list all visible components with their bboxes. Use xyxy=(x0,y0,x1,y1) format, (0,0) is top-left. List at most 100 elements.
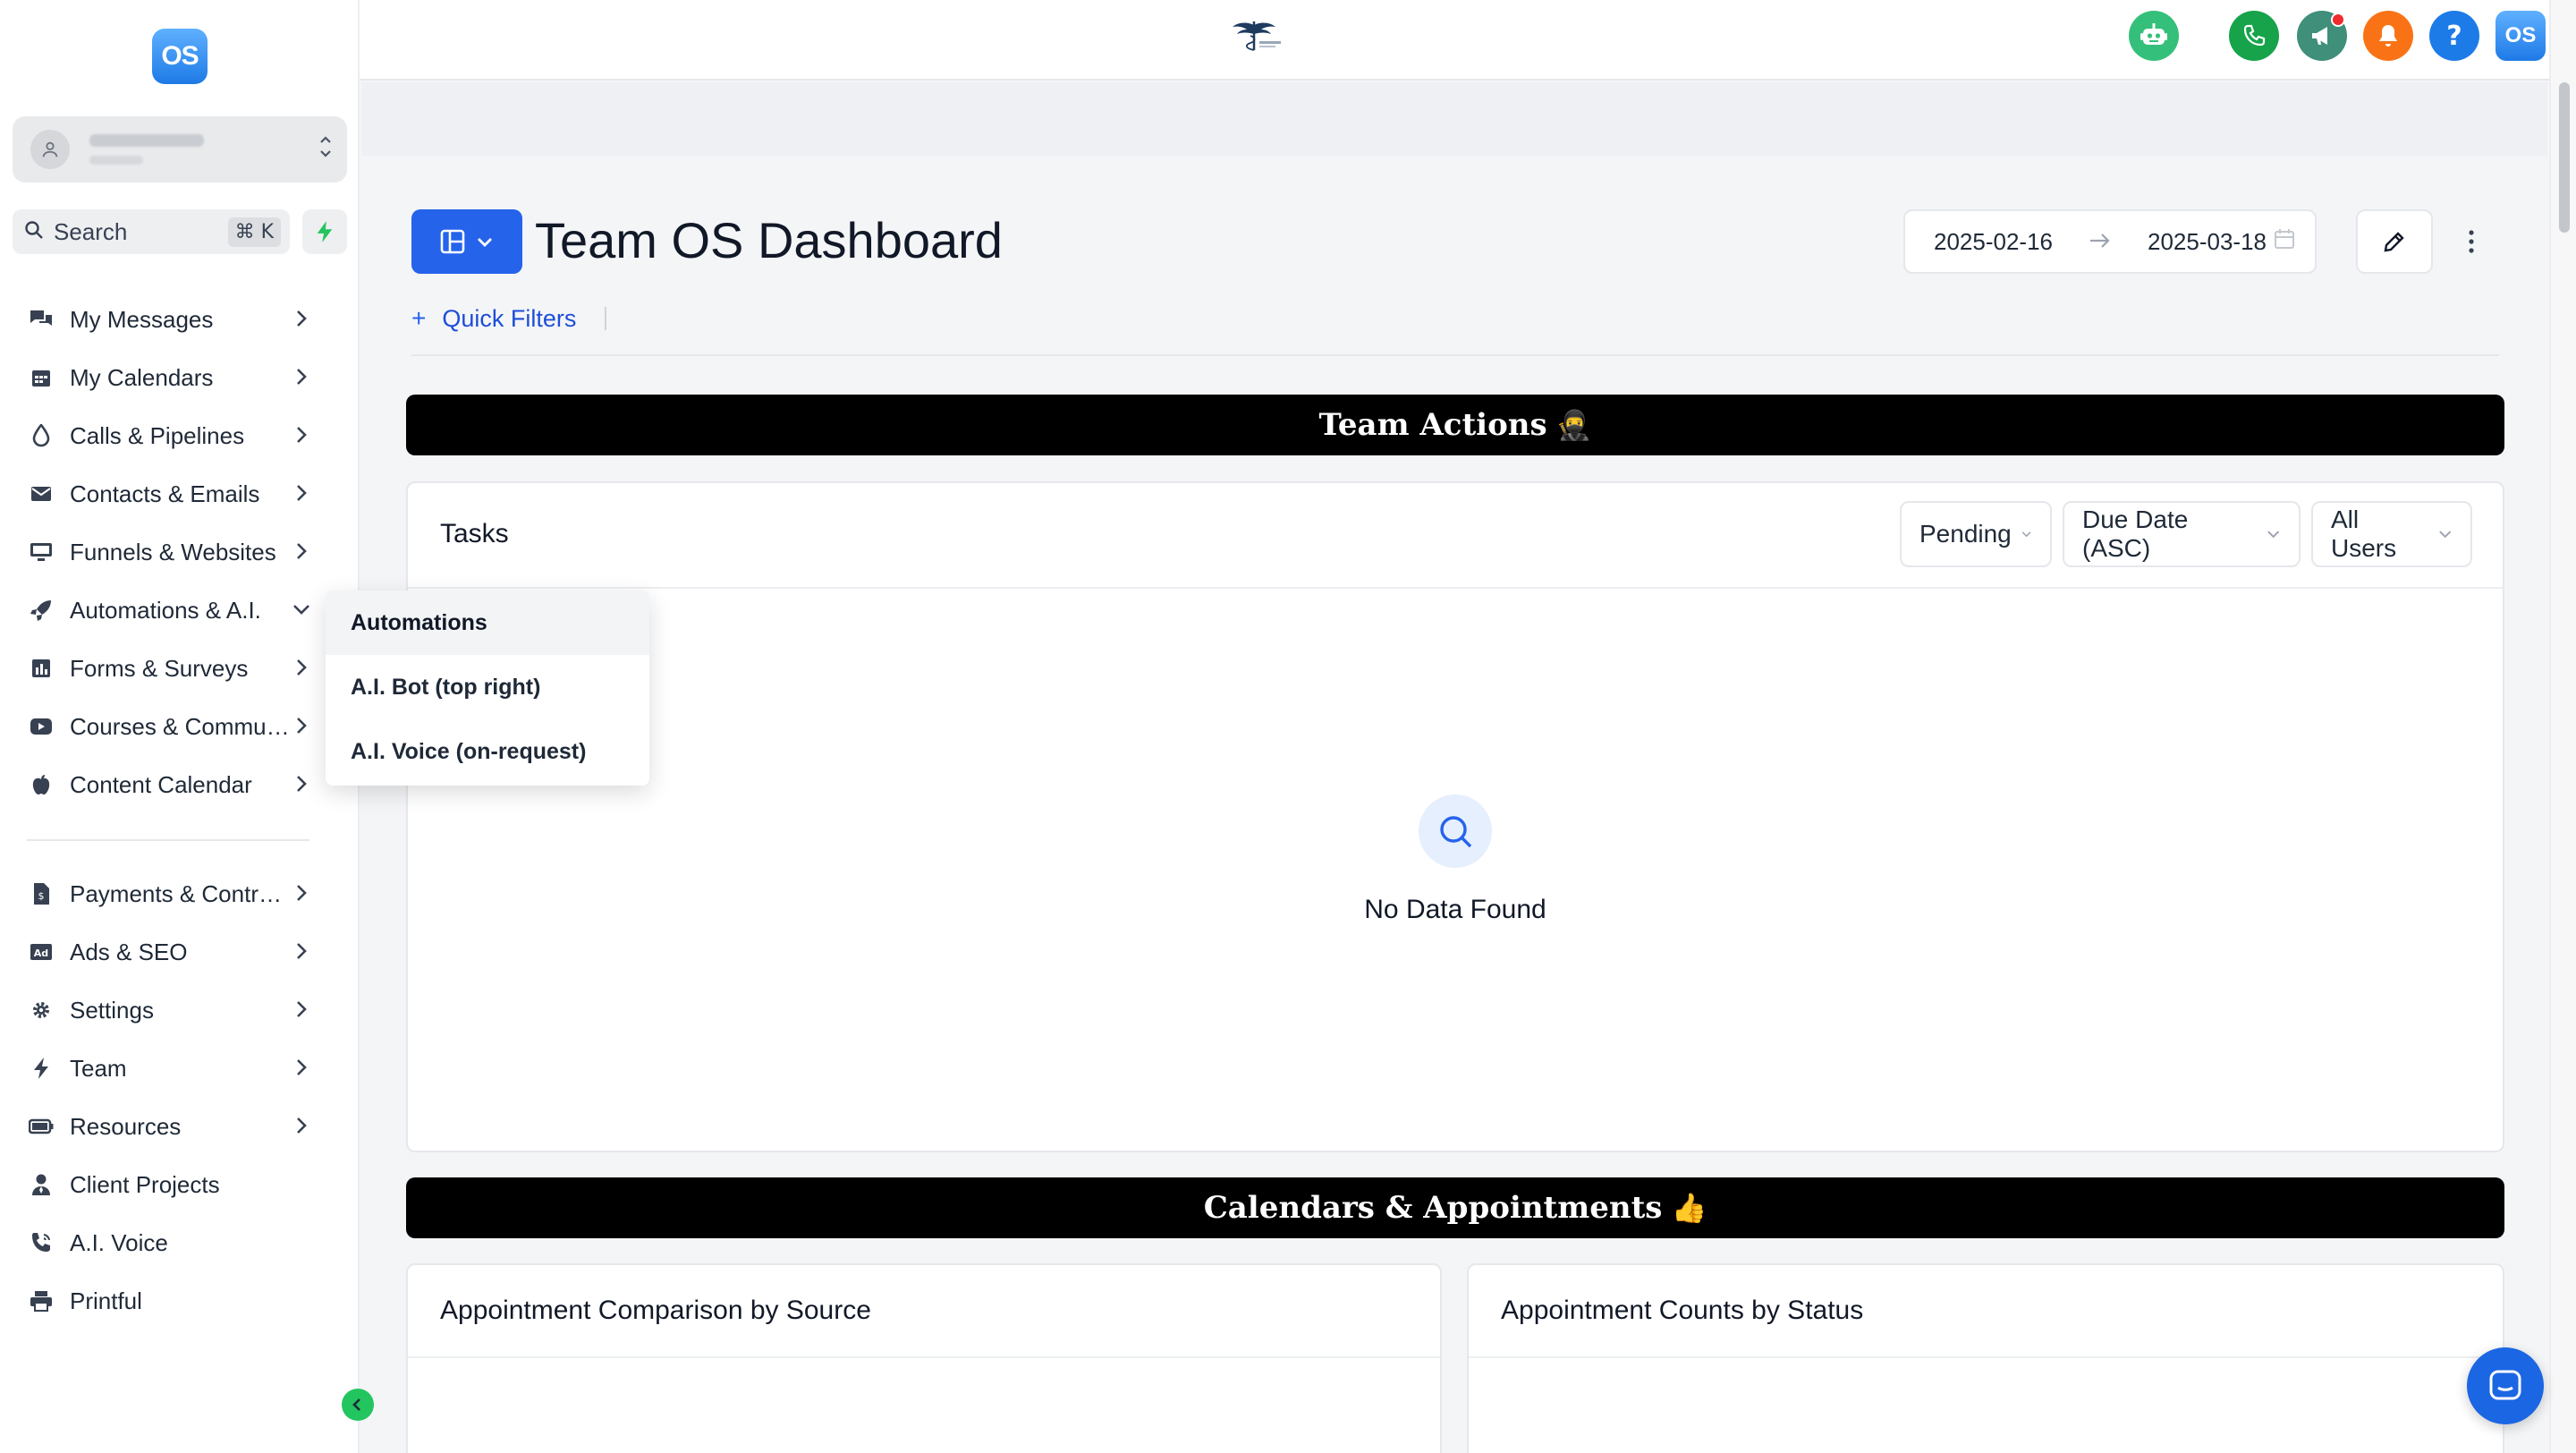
ad-icon: Ad xyxy=(27,938,55,966)
arrow-right-icon xyxy=(2089,228,2112,256)
funnel-drop-icon xyxy=(27,421,55,450)
phone-volume-icon xyxy=(27,1228,55,1257)
bell-icon xyxy=(2379,25,2397,47)
sidebar-item-contacts-emails[interactable]: Contacts & Emails xyxy=(27,471,313,517)
rocket-icon xyxy=(27,596,55,625)
collapse-sidebar-button[interactable] xyxy=(342,1389,374,1421)
date-range-picker[interactable]: 2025-02-16 2025-03-18 xyxy=(1903,209,2317,274)
chevron-right-icon xyxy=(297,776,307,792)
search-shortcut: ⌘ K xyxy=(227,217,281,247)
sidebar-item-content-calendar[interactable]: Content Calendar xyxy=(27,761,313,808)
sidebar-item-client-projects[interactable]: Client Projects xyxy=(27,1161,313,1208)
ninja-emoji: 🥷 xyxy=(1555,408,1592,442)
chevron-right-icon xyxy=(297,543,307,559)
robot-icon xyxy=(2140,23,2167,45)
edit-dashboard-button[interactable] xyxy=(2356,209,2433,274)
search-input[interactable]: Search ⌘ K xyxy=(13,209,290,254)
thumbs-up-emoji: 👍 xyxy=(1671,1191,1707,1225)
card-title: Tasks xyxy=(440,519,509,548)
pencil-icon xyxy=(2384,232,2404,252)
flyout-item-ai-voice[interactable]: A.I. Voice (on-request) xyxy=(326,719,649,784)
sidebar-item-payments-contracts[interactable]: $ Payments & Contra... xyxy=(27,871,313,917)
appointment-source-card: Appointment Comparison by Source xyxy=(406,1263,1442,1453)
sidebar: OS Search ⌘ K My Messages My Calendars C… xyxy=(0,0,374,1453)
chevron-left-icon xyxy=(352,1398,360,1411)
help-button[interactable]: ? xyxy=(2429,11,2479,61)
account-switcher[interactable] xyxy=(13,116,347,183)
bolt-icon xyxy=(27,1054,55,1083)
scrollbar-thumb[interactable] xyxy=(2559,82,2570,233)
sidebar-item-label: Ads & SEO xyxy=(70,938,188,965)
chevron-right-icon xyxy=(297,1059,307,1075)
sidebar-item-resources[interactable]: Resources xyxy=(27,1103,313,1150)
sidebar-item-ai-voice[interactable]: A.I. Voice xyxy=(27,1219,313,1266)
sidebar-item-courses-community[interactable]: Courses & Commun... xyxy=(27,703,313,750)
profile-avatar[interactable]: OS xyxy=(2496,11,2546,61)
sidebar-item-team[interactable]: Team xyxy=(27,1045,313,1092)
sidebar-item-forms-surveys[interactable]: Forms & Surveys xyxy=(27,645,313,692)
header-divider xyxy=(411,354,2499,356)
megaphone-icon xyxy=(2312,27,2327,45)
chat-widget-button[interactable] xyxy=(2467,1347,2544,1424)
sidebar-item-label: My Calendars xyxy=(70,363,214,391)
date-from[interactable]: 2025-02-16 xyxy=(1934,228,2053,256)
status-filter-dropdown[interactable]: Pending xyxy=(1900,501,2052,567)
sidebar-item-printful[interactable]: Printful xyxy=(27,1278,313,1324)
sidebar-item-label: My Messages xyxy=(70,305,214,333)
sidebar-item-calls-pipelines[interactable]: Calls & Pipelines xyxy=(27,412,313,459)
dashboard-view-switcher[interactable] xyxy=(411,209,522,274)
flyout-item-automations[interactable]: Automations xyxy=(326,591,649,655)
sidebar-item-my-calendars[interactable]: My Calendars xyxy=(27,354,313,401)
flyout-item-ai-bot[interactable]: A.I. Bot (top right) xyxy=(326,655,649,719)
quick-filters-label: Quick Filters xyxy=(442,304,577,332)
sidebar-item-funnels-websites[interactable]: Funnels & Websites xyxy=(27,529,313,575)
search-label: Search xyxy=(54,217,128,245)
user-tie-icon xyxy=(27,1170,55,1199)
question-icon: ? xyxy=(2446,20,2462,52)
announcements-button[interactable] xyxy=(2297,11,2347,61)
automations-flyout-menu: Automations A.I. Bot (top right) A.I. Vo… xyxy=(326,591,649,786)
chevron-down-icon xyxy=(2021,531,2031,538)
chevron-right-icon xyxy=(297,310,307,327)
apple-icon xyxy=(27,770,55,799)
chat-icon xyxy=(2489,1370,2521,1400)
chevron-right-icon xyxy=(297,369,307,385)
empty-state-text: No Data Found xyxy=(1364,895,1546,924)
section-title: Team Actions xyxy=(1318,407,1547,443)
more-options-button[interactable] xyxy=(2460,224,2483,259)
chevron-right-icon xyxy=(297,427,307,443)
date-to[interactable]: 2025-03-18 xyxy=(2148,228,2267,256)
sidebar-item-label: Settings xyxy=(70,996,154,1024)
quick-action-button[interactable] xyxy=(302,209,347,254)
sidebar-item-settings[interactable]: Settings xyxy=(27,987,313,1033)
sidebar-item-label: Payments & Contra... xyxy=(70,879,290,907)
sidebar-item-ads-seo[interactable]: Ad Ads & SEO xyxy=(27,929,313,975)
search-icon xyxy=(23,219,45,245)
page-scrollbar[interactable] xyxy=(2549,0,2576,1453)
phone-icon xyxy=(2243,24,2266,47)
gear-icon xyxy=(27,996,55,1024)
sort-dropdown[interactable]: Due Date (ASC) xyxy=(2063,501,2301,567)
phone-button[interactable] xyxy=(2229,11,2279,61)
quick-filters-button[interactable]: + Quick Filters xyxy=(411,304,607,333)
mail-icon xyxy=(27,480,55,508)
top-bar: ? OS xyxy=(360,0,2549,81)
bar-chart-icon xyxy=(27,654,55,683)
sidebar-item-label: Calls & Pipelines xyxy=(70,421,245,449)
chevron-right-icon xyxy=(297,1117,307,1134)
ai-bot-button[interactable] xyxy=(2129,11,2179,61)
app-logo[interactable]: OS xyxy=(152,29,208,84)
filter-value: All Users xyxy=(2331,506,2397,562)
sidebar-item-label: Courses & Commun... xyxy=(70,712,290,740)
sidebar-item-label: Contacts & Emails xyxy=(70,480,260,507)
sidebar-item-label: Resources xyxy=(70,1112,182,1140)
notifications-button[interactable] xyxy=(2363,11,2413,61)
layout-icon xyxy=(440,229,465,254)
page-title: Team OS Dashboard xyxy=(535,212,1003,268)
user-filter-dropdown[interactable]: All Users xyxy=(2311,501,2472,567)
plus-icon: + xyxy=(411,304,427,332)
appointment-status-card: Appointment Counts by Status xyxy=(1467,1263,2504,1453)
sidebar-item-my-messages[interactable]: My Messages xyxy=(27,296,313,343)
card-divider xyxy=(408,587,2503,589)
sidebar-item-automations-ai[interactable]: Automations & A.I. xyxy=(27,587,313,633)
